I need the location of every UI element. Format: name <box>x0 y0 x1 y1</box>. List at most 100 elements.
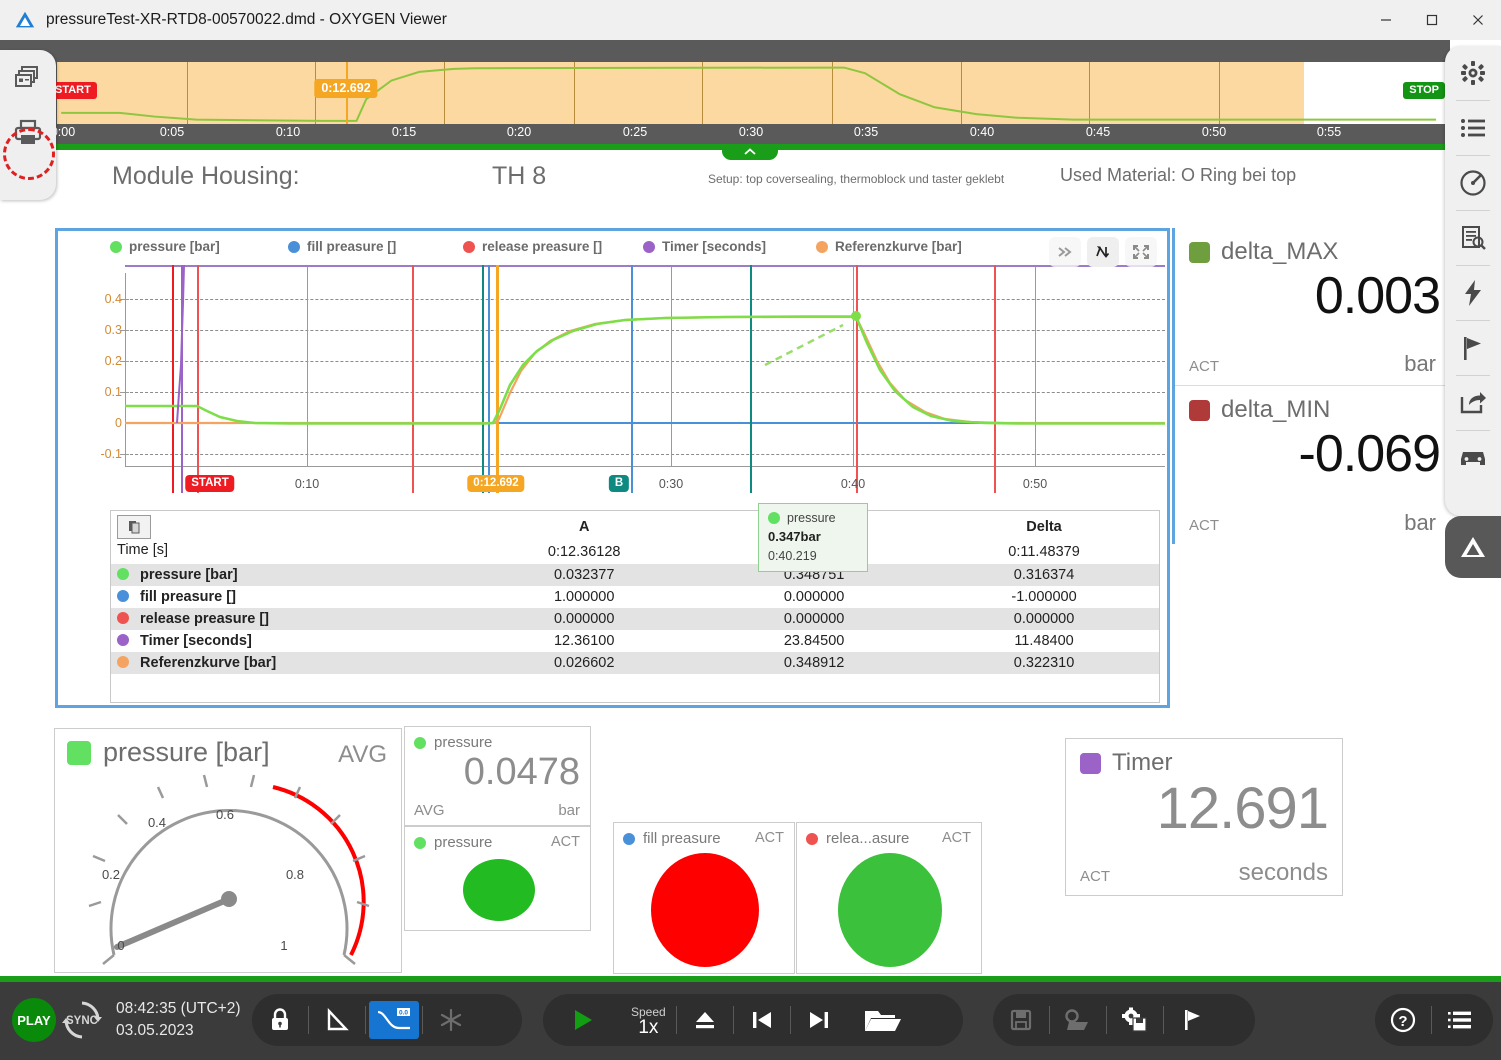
legend-label: pressure [bar] <box>129 239 220 254</box>
copy-icon <box>126 519 142 535</box>
close-button[interactable] <box>1455 0 1501 40</box>
measure-triangle-button[interactable] <box>309 994 365 1046</box>
sidebar-logo[interactable] <box>1445 516 1501 578</box>
card-title: delta_MAX <box>1221 238 1338 266</box>
cell-delta: 11.48400 <box>929 630 1159 652</box>
pressure-lamp-card[interactable]: pressure ACT <box>404 826 591 931</box>
cell-a: 0.000000 <box>469 608 699 630</box>
collapse-overview-button[interactable] <box>722 144 778 160</box>
legend-item-timer[interactable]: Timer [seconds] <box>643 239 766 254</box>
lock-icon <box>269 1008 291 1032</box>
timer-card[interactable]: Timer 12.691 ACT seconds <box>1065 738 1343 896</box>
x-marker-cursor[interactable]: 0:12.692 <box>467 475 524 492</box>
save-settings-button[interactable] <box>1050 994 1106 1046</box>
cell-delta: 0.316374 <box>929 564 1159 586</box>
gauge-color-swatch <box>67 741 91 765</box>
release-preasure-lamp-card[interactable]: relea...asure ACT <box>796 822 982 974</box>
sidebar-item-vehicle[interactable] <box>1445 431 1501 485</box>
gauge-icon <box>1459 169 1487 197</box>
tooltip-series: pressure <box>787 511 836 525</box>
table-row[interactable]: Referenzkurve [bar] 0.026602 0.348912 0.… <box>111 652 1159 674</box>
table-row[interactable]: release preasure [] 0.000000 0.000000 0.… <box>111 608 1159 630</box>
gauge-tick-04: 0.4 <box>148 815 166 830</box>
help-button[interactable]: ? <box>1375 994 1431 1046</box>
more-arrows-icon[interactable] <box>1049 237 1081 267</box>
module-housing-value: TH 8 <box>492 162 546 191</box>
table-row[interactable]: pressure [bar] 0.032377 0.348751 0.31637… <box>111 564 1159 586</box>
value-card-delta-max[interactable]: delta_MAX 0.003 ACT bar <box>1175 228 1450 386</box>
legend-label: release preasure [] <box>482 239 602 254</box>
table-row[interactable]: fill preasure [] 1.000000 0.000000 -1.00… <box>111 586 1159 608</box>
cursor-values-table[interactable]: A B Delta Time [s] 0:12.36128 0:23.84507… <box>110 510 1160 703</box>
pressure-avg-card[interactable]: pressure 0.0478 AVG bar <box>404 726 591 826</box>
save-button[interactable] <box>993 994 1049 1046</box>
overview-stop-marker[interactable]: STOP <box>1403 82 1445 99</box>
flag-button[interactable] <box>1164 994 1220 1046</box>
speed-value: 1x <box>631 1020 666 1035</box>
card-color-dot <box>623 833 635 845</box>
tooltip-value: 0.347bar <box>768 529 858 544</box>
print-highlight-ring <box>3 128 55 180</box>
sidebar-item-channel-list[interactable] <box>1445 101 1501 155</box>
open-file-button[interactable] <box>847 994 919 1046</box>
speed-indicator[interactable]: Speed 1x <box>621 1005 676 1035</box>
flag-icon <box>1181 1008 1203 1032</box>
screens-button[interactable] <box>8 58 48 98</box>
sidebar-item-export[interactable] <box>1445 376 1501 430</box>
play-button[interactable] <box>543 994 621 1046</box>
column-header-delta: Delta <box>929 511 1159 539</box>
eject-button[interactable] <box>677 994 733 1046</box>
cell-delta: 0.000000 <box>929 608 1159 630</box>
card-title: delta_MIN <box>1221 396 1330 424</box>
cell-a: 0.032377 <box>469 564 699 586</box>
sidebar-item-markers[interactable] <box>1445 321 1501 375</box>
minimize-button[interactable] <box>1363 0 1409 40</box>
skip-back-button[interactable] <box>734 994 790 1046</box>
legend-item-release-preasure[interactable]: release preasure [] <box>463 239 602 254</box>
legend-color-dot <box>463 241 475 253</box>
copy-table-button[interactable] <box>117 515 151 539</box>
x-marker-start[interactable]: START <box>185 475 234 492</box>
value-card-delta-min[interactable]: delta_MIN -0.069 ACT bar <box>1175 386 1450 544</box>
sidebar-item-events[interactable] <box>1445 266 1501 320</box>
fill-preasure-lamp-card[interactable]: fill preasure ACT <box>613 822 795 974</box>
chart-panel[interactable]: pressure [bar] fill preasure [] release … <box>55 228 1170 708</box>
save-group <box>993 994 1255 1046</box>
detail-list-button[interactable] <box>1432 994 1488 1046</box>
clock-date: 03.05.2023 <box>116 1020 241 1042</box>
table-row[interactable]: Timer [seconds] 12.36100 23.84500 11.484… <box>111 630 1159 652</box>
settings-gear-icon <box>1460 60 1486 86</box>
card-unit: seconds <box>1239 859 1328 887</box>
play-status-badge[interactable]: PLAY <box>12 998 56 1042</box>
autoscale-icon[interactable] <box>1087 237 1119 267</box>
sidebar-item-settings[interactable] <box>1445 46 1501 100</box>
card-unit: bar <box>1404 351 1436 377</box>
curve-value-button[interactable]: 0.0 <box>366 994 422 1046</box>
overview-start-marker[interactable]: START <box>49 82 97 99</box>
chart-plot-area[interactable]: 0.4 0.3 0.2 0.1 0 -0.1 <box>125 273 1165 467</box>
gear-save-button[interactable] <box>1107 994 1163 1046</box>
lock-button[interactable] <box>252 994 308 1046</box>
maximize-button[interactable] <box>1409 0 1455 40</box>
legend-item-referenzkurve[interactable]: Referenzkurve [bar] <box>816 239 962 254</box>
overview-tick: 0:25 <box>623 125 647 139</box>
freeze-button[interactable] <box>423 994 479 1046</box>
skip-back-icon <box>750 1009 774 1031</box>
x-marker-b[interactable]: B <box>609 475 629 492</box>
x-tick-label: 0:50 <box>1023 477 1047 491</box>
sidebar-item-measure[interactable] <box>1445 156 1501 210</box>
cell-b: 0.000000 <box>699 608 929 630</box>
pressure-gauge-widget[interactable]: pressure [bar] AVG 0 <box>54 728 402 973</box>
fullscreen-icon[interactable] <box>1125 237 1157 267</box>
skip-forward-icon <box>807 1009 831 1031</box>
overview-cursor-label[interactable]: 0:12.692 <box>314 79 377 98</box>
skip-forward-button[interactable] <box>791 994 847 1046</box>
table-header-row: A B Delta <box>111 511 1159 539</box>
card-color-swatch <box>1189 242 1210 263</box>
legend-item-pressure[interactable]: pressure [bar] <box>110 239 220 254</box>
legend-label: fill preasure [] <box>307 239 396 254</box>
overview-timeline[interactable]: START STOP 0:12.692 0:00 0:05 0:10 0:15 … <box>0 40 1450 148</box>
legend-item-fill-preasure[interactable]: fill preasure [] <box>288 239 396 254</box>
sidebar-item-report[interactable] <box>1445 211 1501 265</box>
sync-button[interactable]: SYNC <box>60 998 104 1042</box>
